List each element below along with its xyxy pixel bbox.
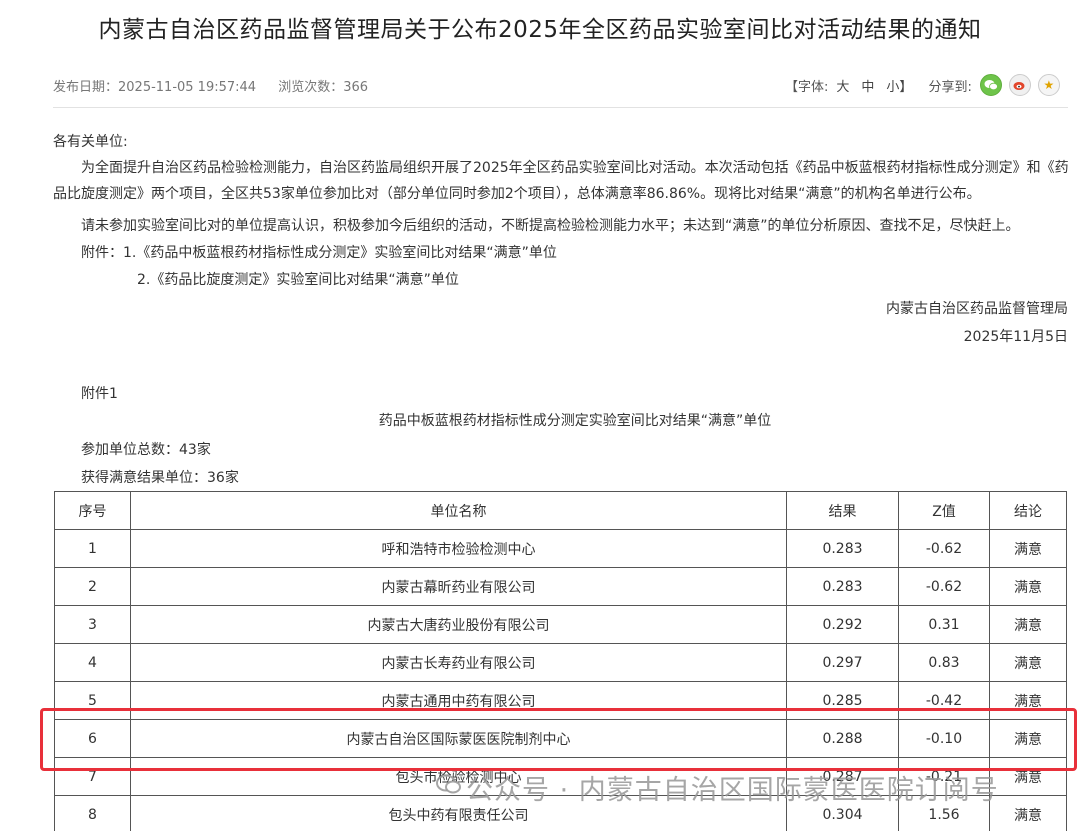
star-icon[interactable]: ★ [1037, 74, 1060, 96]
cell-conclusion: 满意 [989, 681, 1067, 720]
view-count: 浏览次数：366 [278, 80, 369, 95]
wechat-watermark-icon [436, 774, 461, 794]
table-row: 4 内蒙古长寿药业有限公司 0.297 0.83 满意 [54, 643, 1067, 682]
table-title: 药品中板蓝根药材指标性成分测定实验室间比对结果“满意”单位 [378, 413, 772, 429]
share-label: 分享到: [928, 79, 972, 95]
cell-unit-name: 内蒙古幕昕药业有限公司 [130, 567, 787, 606]
cell-z-value: 0.83 [898, 643, 990, 682]
publish-date: 发布日期：2025-11-05 19:57:44 [53, 80, 257, 95]
font-size-medium-link[interactable]: 中 [861, 76, 874, 95]
attachment-label: 附件1 [81, 386, 118, 402]
page-title: 内蒙古自治区药品监督管理局关于公布2025年全区药品实验室间比对活动结果的通知 [98, 17, 982, 43]
table-row: 5 内蒙古通用中药有限公司 0.285 -0.42 满意 [54, 681, 1067, 720]
cell-result: 0.292 [786, 605, 899, 644]
watermark-text: 公众号 · 内蒙古自治区国际蒙医医院订阅号 [466, 775, 999, 806]
cell-unit-name: 内蒙古自治区国际蒙医医院制剂中心 [130, 719, 787, 758]
cell-conclusion: 满意 [989, 643, 1067, 682]
font-size-small-link[interactable]: 小】 [886, 76, 912, 95]
cell-index: 3 [54, 605, 131, 644]
header-index: 序号 [54, 491, 131, 530]
cell-z-value: -0.10 [898, 719, 990, 758]
cell-index: 7 [54, 757, 131, 796]
font-size-large-link[interactable]: 大 [836, 76, 849, 95]
table-row: 3 内蒙古大唐药业股份有限公司 0.292 0.31 满意 [54, 605, 1067, 644]
paragraph-request: 请未参加实验室间比对的单位提高认识，积极参加今后组织的活动，不断提高检验检测能力… [81, 218, 1020, 234]
cell-index: 6 [54, 719, 131, 758]
article-toolbar: 【字体: 大 中 小】 分享到: ★ [785, 73, 1075, 97]
table-row: 2 内蒙古幕昕药业有限公司 0.283 -0.62 满意 [54, 567, 1067, 606]
header-unit-name: 单位名称 [130, 491, 787, 530]
header-z-value: Z值 [898, 491, 990, 530]
attachment-item-2: 2.《药品比旋度测定》实验室间比对结果“满意”单位 [137, 272, 459, 288]
cell-unit-name: 内蒙古大唐药业股份有限公司 [130, 605, 787, 644]
cell-index: 8 [54, 795, 131, 831]
cell-z-value: 0.31 [898, 605, 990, 644]
cell-conclusion: 满意 [989, 719, 1067, 758]
table-row: 1 呼和浩特市检验检测中心 0.283 -0.62 满意 [54, 529, 1067, 568]
weibo-icon[interactable] [1008, 74, 1031, 96]
signature-org: 内蒙古自治区药品监督管理局 [886, 301, 1068, 317]
header-result: 结果 [786, 491, 899, 530]
cell-z-value: -0.62 [898, 567, 990, 606]
cell-index: 4 [54, 643, 131, 682]
cell-conclusion: 满意 [989, 757, 1067, 796]
cell-result: 0.283 [786, 567, 899, 606]
cell-index: 2 [54, 567, 131, 606]
header-conclusion: 结论 [989, 491, 1067, 530]
paragraph-intro: 为全面提升自治区药品检验检测能力，自治区药监局组织开展了2025年全区药品实验室… [53, 160, 1069, 202]
cell-index: 5 [54, 681, 131, 720]
cell-result: 0.288 [786, 719, 899, 758]
cell-index: 1 [54, 529, 131, 568]
cell-unit-name: 内蒙古通用中药有限公司 [130, 681, 787, 720]
satisfied-units: 获得满意结果单位：36家 [81, 470, 239, 486]
cell-result: 0.297 [786, 643, 899, 682]
article-meta: 发布日期：2025-11-05 19:57:44 浏览次数：366 [53, 76, 386, 95]
signature-date: 2025年11月5日 [963, 329, 1068, 345]
cell-unit-name: 呼和浩特市检验检测中心 [130, 529, 787, 568]
font-size-label: 【字体: [785, 79, 829, 95]
header-divider [53, 107, 1068, 108]
cell-result: 0.285 [786, 681, 899, 720]
cell-unit-name: 内蒙古长寿药业有限公司 [130, 643, 787, 682]
cell-result: 0.283 [786, 529, 899, 568]
table-header-row: 序号 单位名称 结果 Z值 结论 [54, 491, 1067, 530]
total-units: 参加单位总数：43家 [81, 442, 211, 458]
wechat-icon[interactable] [979, 74, 1002, 96]
table-row: 6 内蒙古自治区国际蒙医医院制剂中心 0.288 -0.10 满意 [54, 719, 1067, 758]
attachment-item-1: 附件：1.《药品中板蓝根药材指标性成分测定》实验室间比对结果“满意”单位 [81, 245, 557, 261]
cell-conclusion: 满意 [989, 529, 1067, 568]
cell-z-value: -0.42 [898, 681, 990, 720]
cell-conclusion: 满意 [989, 567, 1067, 606]
cell-conclusion: 满意 [989, 795, 1067, 831]
greeting: 各有关单位: [53, 134, 128, 150]
cell-conclusion: 满意 [989, 605, 1067, 644]
cell-z-value: -0.62 [898, 529, 990, 568]
